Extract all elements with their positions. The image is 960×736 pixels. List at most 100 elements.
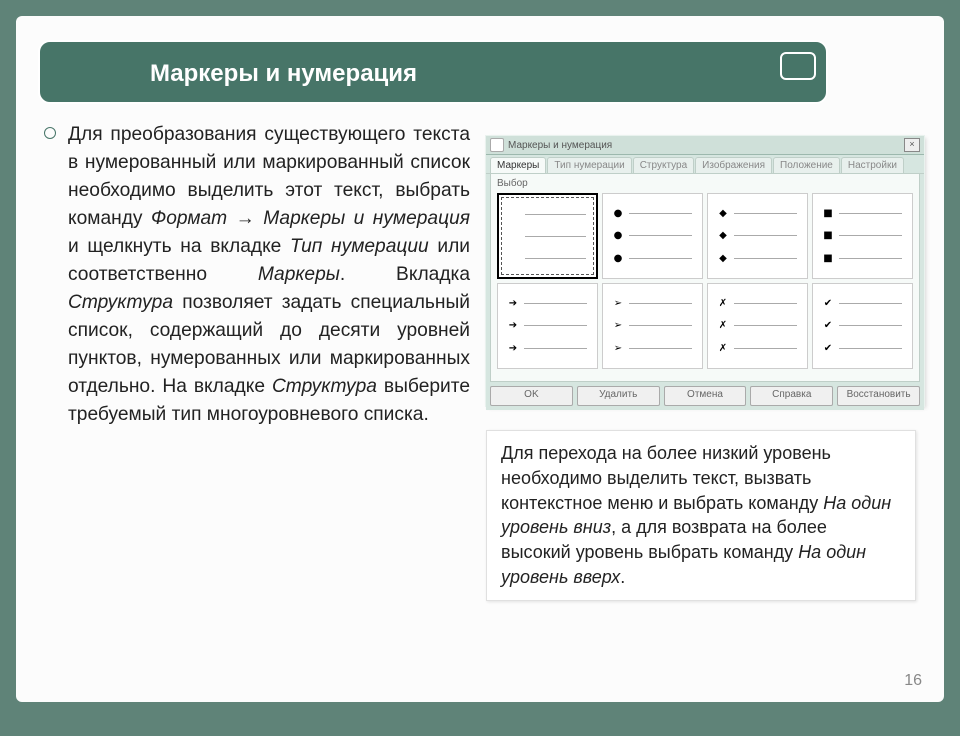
- bullet-option-5[interactable]: ➢ ➢ ➢: [602, 283, 703, 369]
- bullet-sample-line: [839, 235, 902, 236]
- bullet-option-row: ■: [823, 208, 902, 219]
- bullet-symbol-icon: ●: [613, 208, 623, 219]
- bullet-option-2[interactable]: ◆ ◆ ◆: [707, 193, 808, 279]
- bullet-grid: ● ● ● ◆ ◆ ◆ ■ ■ ■ ➔ ➔ ➔ ➢ ➢ ➢ ✗ ✗ ✗ ✔ ✔ ✔: [497, 193, 913, 369]
- bullet-option-row: [509, 258, 586, 259]
- bullet-option-0[interactable]: [497, 193, 598, 279]
- bullet-sample-line: [734, 303, 797, 304]
- body-text: Для преобразования существующего текста …: [68, 121, 470, 429]
- bullet-sample-line: [525, 214, 586, 215]
- bullet-sample-line: [524, 303, 587, 304]
- bullet-option-row: ◆: [718, 208, 797, 219]
- bullet-symbol-icon: ◆: [718, 230, 728, 241]
- tab-numbering-type[interactable]: Тип нумерации: [547, 157, 631, 173]
- tab-position[interactable]: Положение: [773, 157, 840, 173]
- bullet-option-row: ●: [613, 230, 692, 241]
- title-corner-decor: [780, 52, 816, 80]
- bullet-sample-line: [839, 213, 902, 214]
- bullet-sample-line: [734, 235, 797, 236]
- bullet-symbol-icon: ◆: [718, 253, 728, 264]
- bullet-sample-line: [629, 348, 692, 349]
- bullet-option-row: [509, 214, 586, 215]
- slide: Маркеры и нумерация Для преобразования с…: [16, 16, 944, 702]
- bullet-option-row: ➔: [508, 343, 587, 354]
- bullet-symbol-icon: ✗: [718, 320, 728, 331]
- dialog-buttons: OK Удалить Отмена Справка Восстановить: [486, 382, 924, 410]
- bullet-option-row: ➢: [613, 298, 692, 309]
- bullet-symbol-icon: ■: [823, 230, 833, 241]
- bullet-option-1[interactable]: ● ● ●: [602, 193, 703, 279]
- bullet-option-row: ✔: [823, 343, 902, 354]
- body-italic-2: Тип нумерации: [290, 236, 429, 257]
- bullet-option-row: ◆: [718, 253, 797, 264]
- bullet-sample-line: [524, 325, 587, 326]
- bullet-symbol-icon: ✗: [718, 298, 728, 309]
- bullet-sample-line: [734, 325, 797, 326]
- bullet-sample-line: [629, 258, 692, 259]
- bullet-symbol-icon: ✔: [823, 298, 833, 309]
- bullet-symbol-icon: ✔: [823, 343, 833, 354]
- bullet-symbol-icon: ●: [613, 253, 623, 264]
- bullet-symbol-icon: ➔: [508, 298, 518, 309]
- dialog-tabs: Маркеры Тип нумерации Структура Изображе…: [486, 155, 924, 174]
- bullet-symbol-icon: ➔: [508, 320, 518, 331]
- bullet-option-row: ●: [613, 208, 692, 219]
- bullet-option-3[interactable]: ■ ■ ■: [812, 193, 913, 279]
- dialog-screenshot: Маркеры и нумерация × Маркеры Тип нумера…: [486, 136, 924, 406]
- dialog-title: Маркеры и нумерация: [508, 140, 612, 151]
- bullet-option-row: [509, 236, 586, 237]
- delete-button[interactable]: Удалить: [577, 386, 660, 406]
- bullet-option-row: ➢: [613, 320, 692, 331]
- bullet-option-row: ✔: [823, 298, 902, 309]
- ok-button[interactable]: OK: [490, 386, 573, 406]
- note-box: Для перехода на более низкий уровень нео…: [486, 430, 916, 601]
- bullet-option-row: ✔: [823, 320, 902, 331]
- bullet-option-row: ✗: [718, 343, 797, 354]
- slide-title: Маркеры и нумерация: [38, 40, 828, 104]
- tab-markers[interactable]: Маркеры: [490, 157, 546, 173]
- tab-structure[interactable]: Структура: [633, 157, 694, 173]
- cancel-button[interactable]: Отмена: [664, 386, 747, 406]
- bullet-sample-line: [839, 303, 902, 304]
- dialog-section-label: Выбор: [497, 178, 913, 189]
- bullet-sample-line: [525, 258, 586, 259]
- page-number: 16: [904, 672, 922, 690]
- bullet-symbol-icon: ■: [823, 253, 833, 264]
- bullet-sample-line: [629, 303, 692, 304]
- bullet-sample-line: [839, 325, 902, 326]
- bullet-symbol-icon: ●: [613, 230, 623, 241]
- bullet-symbol-icon: ➢: [613, 298, 623, 309]
- dialog-titlebar: Маркеры и нумерация ×: [486, 136, 924, 155]
- dialog-body: Выбор ● ● ● ◆ ◆ ◆ ■ ■ ■ ➔ ➔ ➔ ➢ ➢ ➢ ✗ ✗ ✗ ✔ ✔ ✔: [490, 174, 920, 382]
- bullet-sample-line: [734, 213, 797, 214]
- body-italic-3: Маркеры: [258, 264, 340, 285]
- bullet-option-row: ➔: [508, 320, 587, 331]
- note-seg-3: .: [620, 567, 625, 587]
- bullet-symbol-icon: ■: [823, 208, 833, 219]
- help-button[interactable]: Справка: [750, 386, 833, 406]
- bullet-symbol-icon: ➔: [508, 343, 518, 354]
- bullet-symbol-icon: ➢: [613, 343, 623, 354]
- dialog-app-icon: [490, 138, 504, 152]
- tab-images[interactable]: Изображения: [695, 157, 772, 173]
- body-italic-5: Структура: [272, 376, 377, 397]
- bullet-sample-line: [734, 348, 797, 349]
- bullet-sample-line: [524, 348, 587, 349]
- bullet-option-7[interactable]: ✔ ✔ ✔: [812, 283, 913, 369]
- bullet-option-6[interactable]: ✗ ✗ ✗: [707, 283, 808, 369]
- tab-settings[interactable]: Настройки: [841, 157, 904, 173]
- bullet-option-row: ■: [823, 253, 902, 264]
- bullet-option-row: ◆: [718, 230, 797, 241]
- body-italic-4: Структура: [68, 292, 173, 313]
- body-seg-2: и щелкнуть на вкладке: [68, 236, 290, 257]
- bullet-option-row: ■: [823, 230, 902, 241]
- bullet-option-4[interactable]: ➔ ➔ ➔: [497, 283, 598, 369]
- bullet-option-row: ✗: [718, 320, 797, 331]
- bullet-sample-line: [839, 348, 902, 349]
- bullet-symbol-icon: ◆: [718, 208, 728, 219]
- reset-button[interactable]: Восстановить: [837, 386, 920, 406]
- close-icon[interactable]: ×: [904, 138, 920, 152]
- bullet-sample-line: [734, 258, 797, 259]
- bullet-sample-line: [525, 236, 586, 237]
- slide-title-text: Маркеры и нумерация: [150, 60, 417, 87]
